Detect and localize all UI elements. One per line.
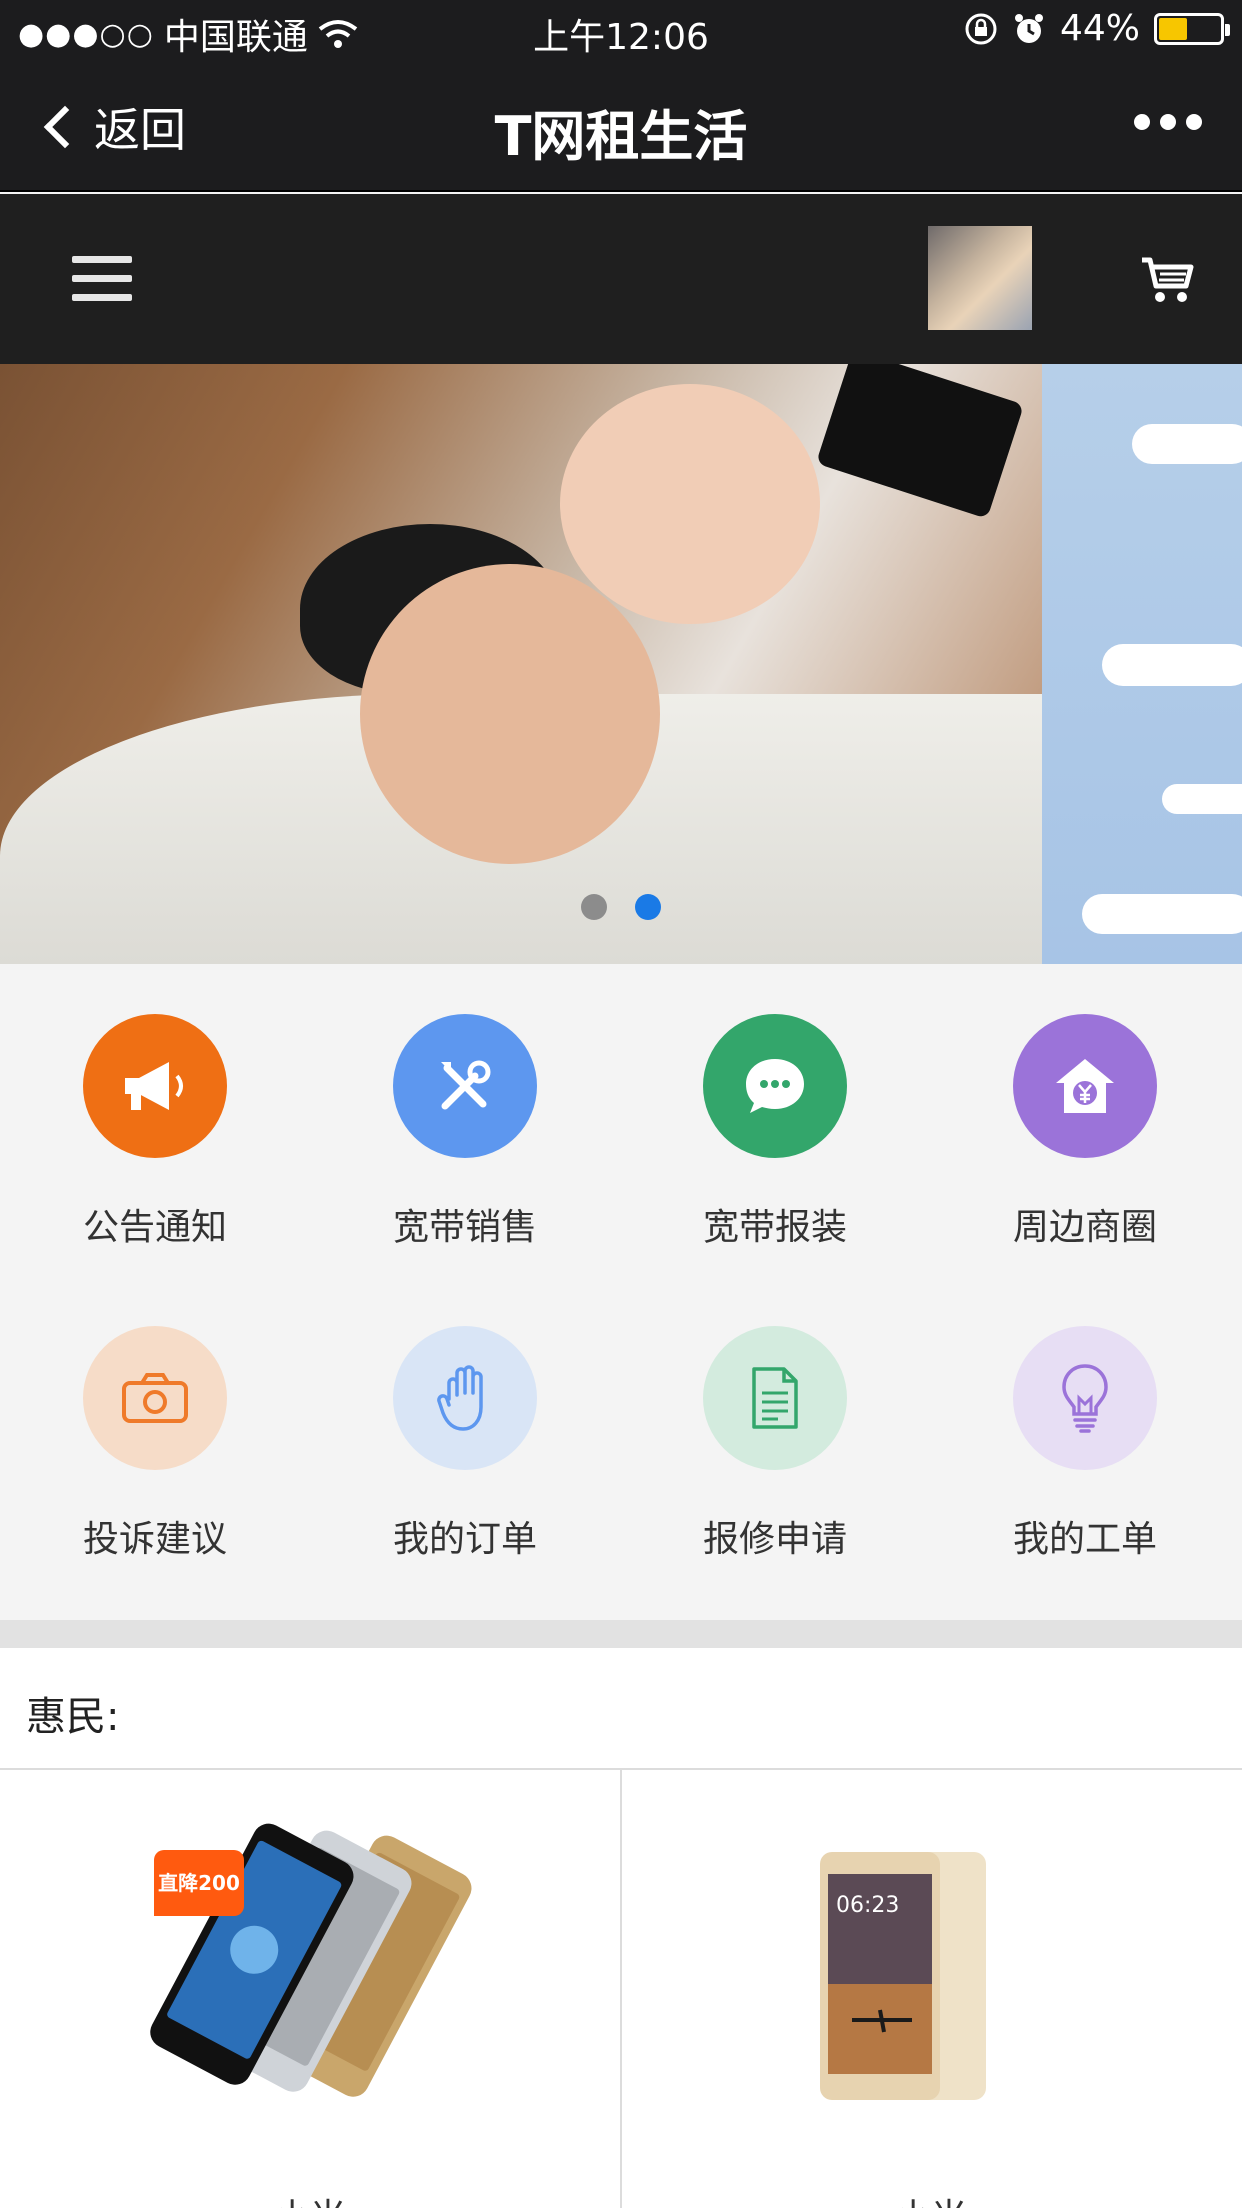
product-name: 小米 [0, 2188, 620, 2208]
banner-slide-sky[interactable] [1042, 364, 1242, 964]
document-icon [752, 1367, 798, 1429]
service-icon-circle [393, 1014, 537, 1158]
status-time: 上午12:06 [533, 17, 709, 58]
service-label: 我的工单 [1012, 1519, 1157, 1560]
product-card[interactable]: 直降200 小米 [0, 1770, 620, 2208]
rotation-lock-icon [965, 13, 997, 44]
page-title: T网租生活 [494, 105, 748, 168]
more-button[interactable] [1134, 114, 1202, 130]
product-card[interactable]: 06:23 小米 [620, 1770, 1240, 2208]
service-grid: 公告通知 宽带销售 宽带报装 周边商圈 投诉建议 我的订单 报修申请 我的工单 [0, 964, 1242, 1620]
more-dot-icon [1160, 114, 1176, 130]
product-list: 直降200 小米 06:23 小米 [0, 1770, 1242, 2208]
service-my-tickets[interactable]: 我的工单 [930, 1276, 1240, 1576]
service-icon-circle [703, 1014, 847, 1158]
service-nearby-business[interactable]: 周边商圈 [930, 964, 1240, 1264]
status-bar: ●●●○○ 中国联通 上午12:06 44% [0, 0, 1242, 62]
tools-icon [441, 1060, 491, 1110]
discount-badge-text: 直降200 [158, 1871, 240, 1895]
banner-slide-couple[interactable] [0, 364, 1042, 964]
service-icon-circle [393, 1326, 537, 1470]
product-image-phone: 06:23 [820, 1852, 986, 2100]
service-repair-request[interactable]: 报修申请 [620, 1276, 930, 1576]
hand-icon [437, 1365, 483, 1431]
section-title: 惠民: [26, 1694, 120, 1740]
chat-icon [746, 1059, 804, 1113]
battery-icon [1154, 12, 1230, 45]
product-name: 小米 [622, 2188, 1240, 2208]
hamburger-menu-icon[interactable] [72, 256, 132, 302]
home-yen-icon [1056, 1059, 1114, 1113]
lightbulb-icon [1062, 1364, 1108, 1433]
service-my-orders[interactable]: 我的订单 [310, 1276, 620, 1576]
service-label: 宽带报装 [702, 1207, 847, 1248]
nav-bar: 返回 T网租生活 [0, 62, 1242, 192]
service-complaint[interactable]: 投诉建议 [0, 1276, 310, 1576]
carousel-dots [0, 894, 1242, 920]
svg-text:06:23: 06:23 [836, 1893, 899, 1918]
carousel-dot[interactable] [581, 894, 607, 920]
product-image-phones [150, 1823, 472, 2097]
service-icon-circle [83, 1326, 227, 1470]
service-icon-circle [83, 1014, 227, 1158]
more-dot-icon [1186, 114, 1202, 130]
service-label: 周边商圈 [1012, 1207, 1157, 1248]
cart-icon[interactable] [1140, 254, 1194, 304]
service-icon-circle [703, 1326, 847, 1470]
page: ●●●○○ 中国联通 上午12:06 44% 返回 T网租生活 公告通知 宽带销… [0, 0, 1242, 2208]
megaphone-icon [125, 1062, 183, 1110]
app-header [0, 194, 1242, 364]
section-header: 惠民: [0, 1648, 1242, 1770]
battery-fill [1159, 17, 1188, 40]
alarm-icon [1014, 13, 1043, 43]
service-label: 投诉建议 [82, 1519, 227, 1560]
more-dot-icon [1134, 114, 1150, 130]
camera-icon [122, 1373, 188, 1423]
service-icon-circle [1013, 1326, 1157, 1470]
service-broadband-install[interactable]: 宽带报装 [620, 964, 930, 1264]
avatar[interactable] [928, 226, 1032, 330]
service-icon-circle [1013, 1014, 1157, 1158]
discount-badge: 直降200 [154, 1850, 244, 1916]
service-label: 公告通知 [82, 1207, 227, 1248]
banner-carousel[interactable] [0, 364, 1242, 964]
carousel-dot-active[interactable] [635, 894, 661, 920]
service-notice[interactable]: 公告通知 [0, 964, 310, 1264]
service-broadband-sales[interactable]: 宽带销售 [310, 964, 620, 1264]
section-divider [0, 1620, 1242, 1648]
service-label: 我的订单 [392, 1519, 537, 1560]
battery-percent: 44% [1059, 8, 1140, 49]
service-label: 宽带销售 [392, 1207, 537, 1248]
service-label: 报修申请 [702, 1519, 847, 1560]
